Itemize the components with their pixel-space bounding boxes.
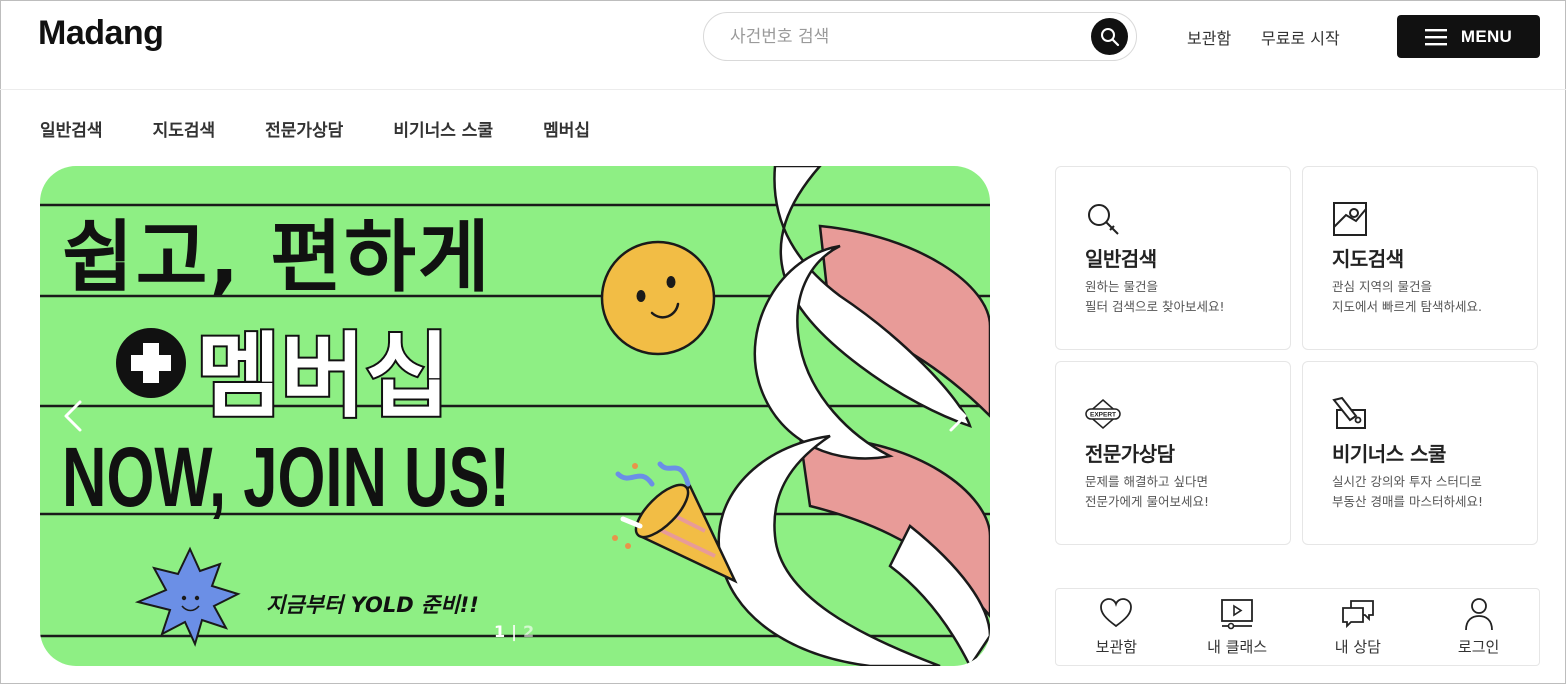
card-title: 지도검색 xyxy=(1332,247,1404,271)
card-title: 일반검색 xyxy=(1085,247,1157,271)
card-desc-line: 실시간 강의와 투자 스터디로 xyxy=(1332,474,1482,489)
card-description: 문제를 해결하고 싶다면 전문가에게 물어보세요! xyxy=(1085,472,1209,512)
quick-item-login[interactable]: 로그인 xyxy=(1418,589,1539,665)
hero-banner[interactable]: 쉽고, 편하게 멤버십 NOW, JOIN US! 지금부터 YOLD 준비!!… xyxy=(40,166,990,666)
auction-hammer-icon xyxy=(1332,396,1366,429)
free-start-link[interactable]: 무료로 시작 xyxy=(1261,25,1340,49)
card-desc-line: 문제를 해결하고 싶다면 xyxy=(1085,474,1208,489)
card-title: 비기너스 스쿨 xyxy=(1332,442,1446,466)
search-icon xyxy=(1100,27,1119,46)
card-map-search[interactable]: 지도검색 관심 지역의 물건을 지도에서 빠르게 탐색하세요. xyxy=(1302,166,1538,350)
quick-item-label: 보관함 xyxy=(1095,638,1138,656)
quick-item-my-class[interactable]: 내 클래스 xyxy=(1177,589,1298,665)
hamburger-icon xyxy=(1424,28,1447,45)
card-desc-line: 지도에서 빠르게 탐색하세요. xyxy=(1332,299,1482,314)
banner-headline-1: 쉽고, 편하게 xyxy=(62,213,492,303)
menu-button[interactable]: MENU xyxy=(1397,15,1540,58)
card-beginners-school[interactable]: 비기너스 스쿨 실시간 강의와 투자 스터디로 부동산 경매를 마스터하세요! xyxy=(1302,361,1538,545)
banner-prev-arrow[interactable] xyxy=(54,396,94,436)
banner-headline-2: 멤버십 xyxy=(196,323,450,430)
card-desc-line: 필터 검색으로 찾아보세요! xyxy=(1085,299,1225,314)
banner-headline-3: NOW, JOIN US! xyxy=(62,430,510,524)
banner-next-arrow[interactable] xyxy=(937,396,977,436)
nav-item-membership[interactable]: 멤버십 xyxy=(543,116,590,141)
quick-item-label: 내 클래스 xyxy=(1207,638,1268,656)
logo[interactable]: Madang xyxy=(38,14,164,53)
header: Madang 보관함 무료로 시작 MENU xyxy=(0,0,1566,90)
menu-label: MENU xyxy=(1460,26,1513,46)
storage-link[interactable]: 보관함 xyxy=(1187,25,1231,49)
video-class-icon xyxy=(1221,599,1254,630)
expert-badge-icon: EXPERT xyxy=(1085,399,1121,429)
main-nav: 일반검색 지도검색 전문가상담 비기너스 스쿨 멤버십 xyxy=(40,116,590,141)
card-desc-line: 부동산 경매를 마스터하세요! xyxy=(1332,494,1483,509)
nav-item-map-search[interactable]: 지도검색 xyxy=(153,116,216,141)
heart-icon xyxy=(1100,598,1133,628)
card-general-search[interactable]: 일반검색 원하는 물건을 필터 검색으로 찾아보세요! xyxy=(1055,166,1291,350)
quick-item-label: 내 상담 xyxy=(1334,638,1381,656)
map-icon xyxy=(1333,202,1367,236)
pager-separator: | xyxy=(511,622,517,641)
card-expert-consult[interactable]: EXPERT 전문가상담 문제를 해결하고 싶다면 전문가에게 물어보세요! xyxy=(1055,361,1291,545)
card-desc-line: 원하는 물건을 xyxy=(1085,279,1158,294)
card-desc-line: 관심 지역의 물건을 xyxy=(1332,279,1432,294)
expert-badge-label: EXPERT xyxy=(1090,412,1116,419)
card-description: 관심 지역의 물건을 지도에서 빠르게 탐색하세요. xyxy=(1332,277,1482,317)
card-description: 원하는 물건을 필터 검색으로 찾아보세요! xyxy=(1085,277,1224,317)
pager-next: 2 xyxy=(522,622,535,641)
nav-item-expert-consult[interactable]: 전문가상담 xyxy=(265,116,343,141)
quick-item-storage[interactable]: 보관함 xyxy=(1056,589,1177,665)
search-input[interactable] xyxy=(730,23,1070,51)
user-icon xyxy=(1464,598,1493,631)
banner-tagline: 지금부터 YOLD 준비!! xyxy=(266,593,479,617)
search-button[interactable] xyxy=(1091,18,1128,55)
quick-item-my-consult[interactable]: 내 상담 xyxy=(1298,589,1419,665)
banner-pager[interactable]: 1 | 2 xyxy=(494,622,534,641)
pager-current: 1 xyxy=(494,622,506,641)
quick-item-label: 로그인 xyxy=(1457,638,1500,656)
banner-illustration: 쉽고, 편하게 멤버십 NOW, JOIN US! 지금부터 YOLD 준비!! xyxy=(40,166,990,666)
magnifier-icon xyxy=(1088,204,1119,235)
nav-item-general-search[interactable]: 일반검색 xyxy=(40,116,103,141)
quick-menu-bar: 보관함 내 클래스 내 상담 로그인 xyxy=(1055,588,1540,666)
chat-bubbles-icon xyxy=(1341,600,1374,629)
nav-item-beginners-school[interactable]: 비기너스 스쿨 xyxy=(393,116,493,141)
card-description: 실시간 강의와 투자 스터디로 부동산 경매를 마스터하세요! xyxy=(1332,472,1483,512)
card-desc-line: 전문가에게 물어보세요! xyxy=(1085,494,1209,509)
card-title: 전문가상담 xyxy=(1085,442,1175,466)
search-bar xyxy=(703,12,1137,61)
